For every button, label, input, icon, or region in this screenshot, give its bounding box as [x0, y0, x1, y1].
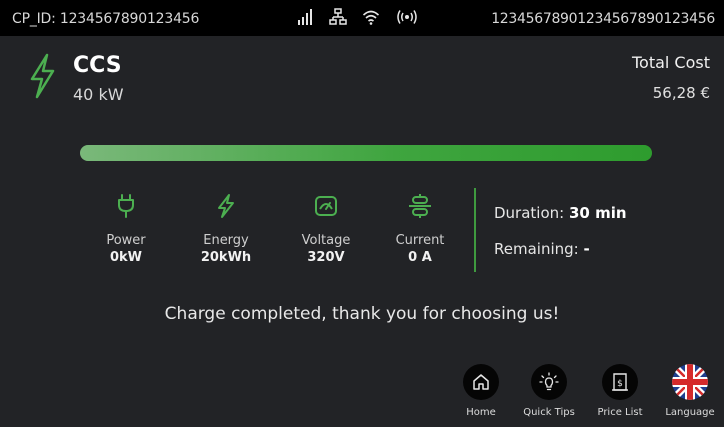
- home-button[interactable]: Home: [446, 364, 516, 418]
- language-button-circle[interactable]: [672, 364, 708, 400]
- language-button[interactable]: Language: [655, 364, 724, 418]
- metric-value: 20kWh: [200, 250, 252, 265]
- duration-row: Duration: 30 min: [494, 204, 627, 222]
- cp-id: CP_ID: 1234567890123456: [12, 11, 200, 27]
- svg-text:$: $: [617, 379, 623, 389]
- uk-flag-icon: [672, 364, 708, 400]
- metric-label: Energy: [203, 233, 249, 248]
- price-list-label[interactable]: Price List: [585, 407, 655, 418]
- remaining-label: Remaining:: [494, 240, 579, 258]
- lightning-icon: [30, 53, 55, 99]
- total-cost-label: Total Cost: [631, 53, 710, 72]
- duration-value: 30 min: [568, 204, 627, 222]
- status-message: Charge completed, thank you for choosing…: [164, 304, 560, 324]
- wifi-icon: [362, 10, 380, 25]
- metric-value: 0kW: [109, 250, 143, 265]
- current-icon: [409, 194, 431, 218]
- language-label[interactable]: Language: [655, 407, 724, 418]
- network-icon: [329, 8, 347, 25]
- home-label[interactable]: Home: [446, 407, 516, 418]
- price-list-icon: $: [612, 373, 628, 391]
- metrics-divider: [474, 188, 476, 272]
- metric-value: 320V: [307, 250, 345, 265]
- total-cost-value: 56,28 €: [652, 84, 710, 102]
- lightning-icon: [218, 194, 234, 218]
- quick-tips-label[interactable]: Quick Tips: [514, 407, 584, 418]
- gauge-icon: [315, 196, 337, 216]
- quick-tips-button[interactable]: Quick Tips: [514, 364, 584, 418]
- metric-power: Power 0kW: [84, 193, 168, 265]
- metric-label: Voltage: [301, 233, 351, 248]
- connector-type: CCS: [73, 53, 122, 78]
- lightbulb-icon: [539, 372, 559, 391]
- quick-tips-button-circle[interactable]: [531, 364, 567, 400]
- status-bar: CP_ID: 1234567890123456 1234567890123456…: [0, 0, 724, 36]
- home-button-circle[interactable]: [463, 364, 499, 400]
- metric-label: Power: [106, 233, 146, 248]
- remaining-row: Remaining: -: [494, 240, 590, 258]
- charge-progress-fill: [80, 145, 652, 161]
- duration-label: Duration:: [494, 204, 565, 222]
- metric-energy: Energy 20kWh: [184, 193, 268, 265]
- price-list-button-circle[interactable]: $: [602, 364, 638, 400]
- charge-progress-bar: [80, 145, 652, 161]
- plug-icon: [118, 194, 134, 218]
- metric-label: Current: [395, 233, 445, 248]
- metric-current: Current 0 A: [378, 193, 462, 265]
- metric-voltage: Voltage 320V: [284, 193, 368, 265]
- serial-number: 12345678901234567890123456: [491, 11, 715, 27]
- connector-power: 40 kW: [73, 85, 124, 104]
- home-icon: [473, 374, 489, 390]
- remaining-value: -: [583, 240, 590, 258]
- price-list-button[interactable]: $ Price List: [585, 364, 655, 418]
- metric-value: 0 A: [408, 250, 432, 265]
- signal-icon: [298, 9, 312, 25]
- rfid-icon: [397, 10, 417, 24]
- charger-screen: CP_ID: 1234567890123456 1234567890123456…: [0, 0, 724, 427]
